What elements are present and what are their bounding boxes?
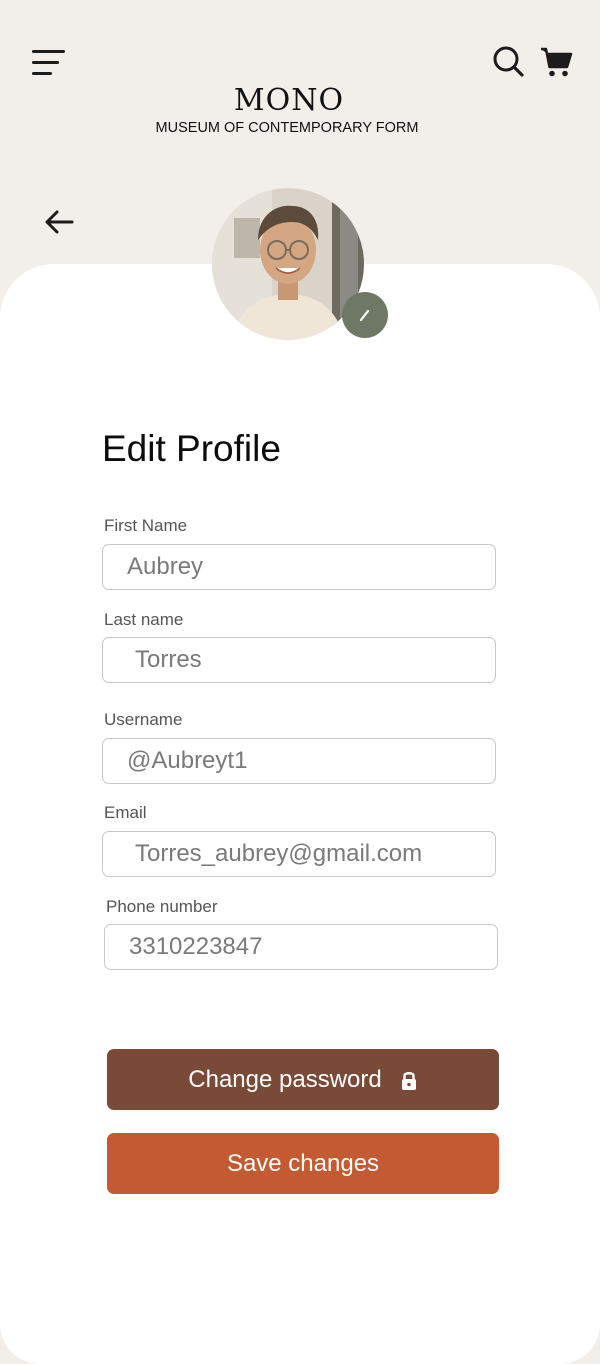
phone-field	[104, 924, 498, 970]
search-button[interactable]	[492, 45, 524, 77]
back-button[interactable]	[44, 208, 76, 236]
phone-input[interactable]	[105, 925, 497, 969]
menu-icon-line	[32, 50, 65, 53]
change-password-button[interactable]: Change password	[107, 1049, 499, 1110]
last-name-label: Last name	[104, 610, 184, 629]
first-name-field	[102, 544, 496, 590]
arrow-left-icon	[45, 210, 74, 234]
search-icon	[493, 46, 524, 77]
edit-avatar-button[interactable]	[342, 292, 388, 338]
last-name-field	[102, 637, 496, 683]
pencil-icon	[359, 309, 370, 322]
save-changes-button[interactable]: Save changes	[107, 1133, 499, 1194]
cart-button[interactable]	[539, 45, 573, 79]
email-label: Email	[104, 803, 147, 822]
menu-icon-line	[32, 72, 52, 75]
username-input[interactable]	[103, 739, 495, 783]
menu-icon-line	[32, 61, 59, 64]
username-field	[102, 738, 496, 784]
save-changes-label: Save changes	[226, 1149, 380, 1177]
first-name-input[interactable]	[103, 545, 495, 589]
app-header: MONO MUSEUM OF CONTEMPORARY FORM	[0, 0, 600, 160]
profile-card	[0, 264, 600, 1364]
first-name-label: First Name	[104, 516, 188, 535]
lock-icon	[401, 1071, 416, 1090]
brand-logo: MONO	[233, 83, 345, 118]
change-password-label: Change password	[188, 1065, 382, 1093]
username-label: Username	[104, 710, 183, 729]
page-title: Edit Profile	[102, 428, 281, 469]
email-field	[102, 831, 496, 877]
menu-button[interactable]	[32, 50, 66, 78]
brand-subtitle: MUSEUM OF CONTEMPORARY FORM	[155, 120, 419, 136]
email-input[interactable]	[103, 832, 495, 876]
cart-icon	[541, 47, 573, 77]
last-name-input[interactable]	[103, 638, 495, 682]
phone-label: Phone number	[106, 897, 218, 916]
